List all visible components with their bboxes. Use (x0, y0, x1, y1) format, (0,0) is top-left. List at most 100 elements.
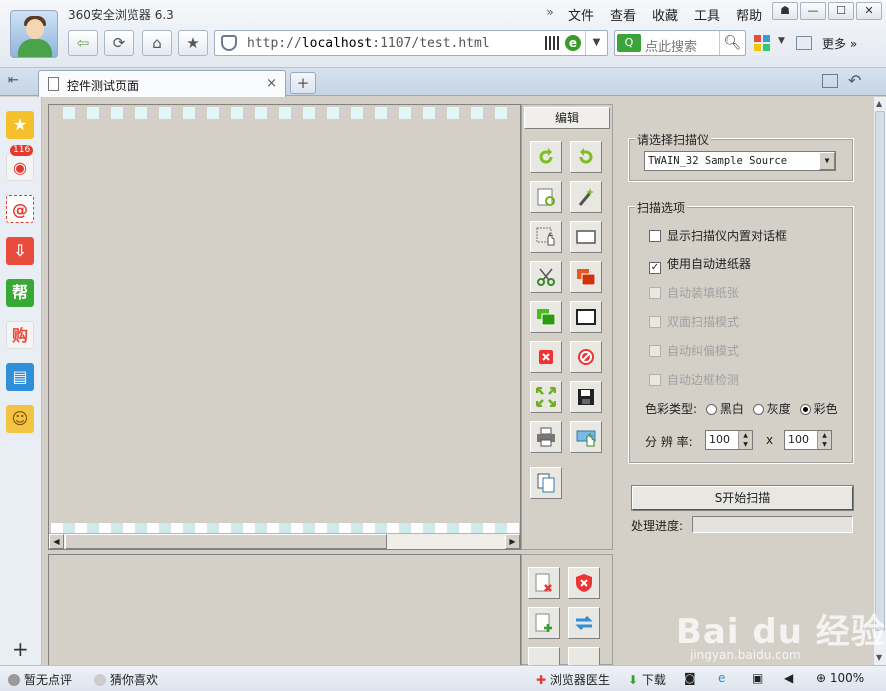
new-tab-button[interactable]: + (290, 72, 316, 94)
duplicate-button[interactable] (530, 301, 562, 333)
ie-icon[interactable]: e (718, 671, 725, 685)
close-window-button[interactable]: ✕ (856, 2, 882, 20)
user-avatar[interactable] (10, 10, 58, 58)
browser-doctor-item[interactable]: ✚ 浏览器医生 (536, 671, 610, 688)
checkbox-show-dialog[interactable] (649, 230, 661, 242)
scroll-left-icon[interactable]: ◀ (49, 534, 64, 549)
scan-to-printer-button[interactable] (570, 421, 602, 453)
game-face-icon[interactable]: ☺ (6, 405, 34, 433)
viewer-horizontal-scrollbar[interactable]: ◀ ▶ (49, 533, 520, 549)
save-button[interactable] (570, 381, 602, 413)
add-sidebar-item-icon[interactable]: + (12, 637, 29, 661)
radio-bw[interactable] (705, 404, 717, 415)
thumbnail-panel[interactable] (48, 554, 521, 665)
remove-page-button[interactable] (528, 567, 560, 599)
restore-tab-icon[interactable]: ↶ (848, 71, 861, 90)
rotate-right-button[interactable] (570, 141, 602, 173)
scroll-thumb[interactable] (65, 534, 387, 549)
cut-button[interactable] (530, 261, 562, 293)
rotate-left-button[interactable] (530, 141, 562, 173)
search-go-icon[interactable]: 🔍︎ (719, 31, 745, 55)
rating-item[interactable]: 暂无点评 (8, 671, 72, 688)
copy-layer-button[interactable] (570, 261, 602, 293)
more-button[interactable]: 更多 » (822, 35, 857, 52)
apps-dropdown-icon[interactable]: ▼ (778, 36, 785, 46)
print-button[interactable] (530, 421, 562, 453)
barcode-button[interactable] (528, 647, 560, 666)
weibo-icon[interactable]: ◉ (6, 153, 34, 181)
add-page-button[interactable] (528, 607, 560, 639)
search-engine-icon[interactable]: Q (617, 34, 641, 52)
resolution-x-stepper-icon[interactable]: ▲ ▼ (738, 431, 752, 449)
start-scan-button[interactable]: S开始扫描 (631, 485, 854, 511)
minimize-button[interactable]: — (800, 2, 826, 20)
tab-active[interactable]: 控件测试页面 × (38, 70, 286, 97)
refresh-button[interactable]: ⟳ (104, 30, 134, 56)
address-input[interactable]: http://localhost:1107/test.html (247, 36, 490, 51)
qr-code-icon[interactable] (545, 36, 559, 50)
tab-close-icon[interactable]: × (266, 76, 277, 91)
delete-all-button[interactable] (570, 341, 602, 373)
image-viewer[interactable] (48, 104, 521, 550)
sidebar-toggle-icon[interactable]: ⇤ (8, 73, 28, 91)
auto-enhance-button[interactable] (570, 181, 602, 213)
copy-page-button[interactable] (530, 467, 562, 499)
help-icon[interactable]: 帮 (6, 279, 34, 307)
checkbox-auto-feeder[interactable]: ✓ (649, 262, 661, 274)
menu-file[interactable]: 文件 (560, 5, 602, 24)
select-area-button[interactable] (530, 221, 562, 253)
maximize-button[interactable]: ☐ (828, 2, 854, 20)
compat-mode-icon[interactable]: e (565, 35, 581, 51)
resolution-y-input[interactable]: 100 ▲ ▼ (784, 430, 832, 450)
tab-list-icon[interactable] (822, 74, 838, 88)
download-item[interactable]: ⬇ 下载 (628, 671, 666, 688)
radio-gray[interactable] (752, 404, 764, 415)
delete-image-button[interactable] (530, 341, 562, 373)
reader-book-icon[interactable]: ▤ (6, 363, 34, 391)
menu-favorites[interactable]: 收藏 (644, 5, 686, 24)
resolution-y-stepper-icon[interactable]: ▲ ▼ (817, 431, 831, 449)
menu-tools[interactable]: 工具 (686, 5, 728, 24)
scroll-up-icon[interactable]: ▲ (876, 99, 882, 108)
mail-icon[interactable]: @ (6, 195, 34, 223)
window-icon[interactable]: ▣ (752, 671, 763, 685)
fit-window-button[interactable] (530, 381, 562, 413)
option-auto-feeder[interactable]: ✓ 使用自动进纸器 (649, 255, 751, 274)
skin-icon[interactable]: ☗ (772, 2, 798, 20)
scanner-select[interactable]: TWAIN_32 Sample Source ▼ (644, 151, 836, 171)
shopping-icon[interactable]: 购 (6, 321, 34, 349)
download-icon[interactable]: ⇩ (6, 237, 34, 265)
option-show-dialog[interactable]: 显示扫描仪内置对话框 (649, 227, 787, 244)
page-scroll-thumb[interactable] (875, 111, 885, 631)
scanner-dropdown-icon[interactable]: ▼ (819, 152, 835, 170)
scroll-right-icon[interactable]: ▶ (505, 534, 520, 549)
swap-pages-button[interactable] (568, 607, 600, 639)
back-button[interactable]: ⇦ (68, 30, 98, 56)
zoom-item[interactable]: ⊕ 100% (816, 671, 864, 685)
menu-help[interactable]: 帮助 (728, 5, 770, 24)
checkbox-deskew (649, 345, 661, 357)
volume-icon[interactable]: ◀︎ (784, 671, 793, 685)
apps-grid-icon[interactable] (754, 35, 770, 51)
blank-frame-button[interactable] (570, 221, 602, 253)
radio-color[interactable] (799, 404, 811, 415)
resolution-x-input[interactable]: 100 ▲ ▼ (705, 430, 753, 450)
page-vertical-scrollbar[interactable]: ▲ ▼ (873, 97, 886, 665)
export-button[interactable] (568, 647, 600, 666)
favorites-star-icon[interactable]: ★ (6, 111, 34, 139)
scroll-down-icon[interactable]: ▼ (876, 653, 882, 662)
guess-like-item[interactable]: 猜你喜欢 (94, 671, 158, 688)
remove-all-pages-button[interactable] (568, 567, 600, 599)
home-button[interactable]: ⌂ (142, 30, 172, 56)
search-input[interactable]: 点此搜索 (645, 36, 697, 55)
address-dropdown-icon[interactable]: ▼ (585, 31, 607, 55)
refresh-image-button[interactable] (530, 181, 562, 213)
menu-view[interactable]: 查看 (602, 5, 644, 24)
search-box[interactable]: Q 点此搜索 🔍︎ (614, 30, 746, 56)
address-bar[interactable]: http://localhost:1107/test.html e ▼ (214, 30, 608, 56)
border-button[interactable] (570, 301, 602, 333)
menu-expand-icon[interactable]: » (540, 5, 560, 24)
favorite-button[interactable]: ★ (178, 30, 208, 56)
vpn-icon[interactable]: ◙ (684, 671, 696, 685)
extension-icon[interactable] (796, 36, 812, 50)
